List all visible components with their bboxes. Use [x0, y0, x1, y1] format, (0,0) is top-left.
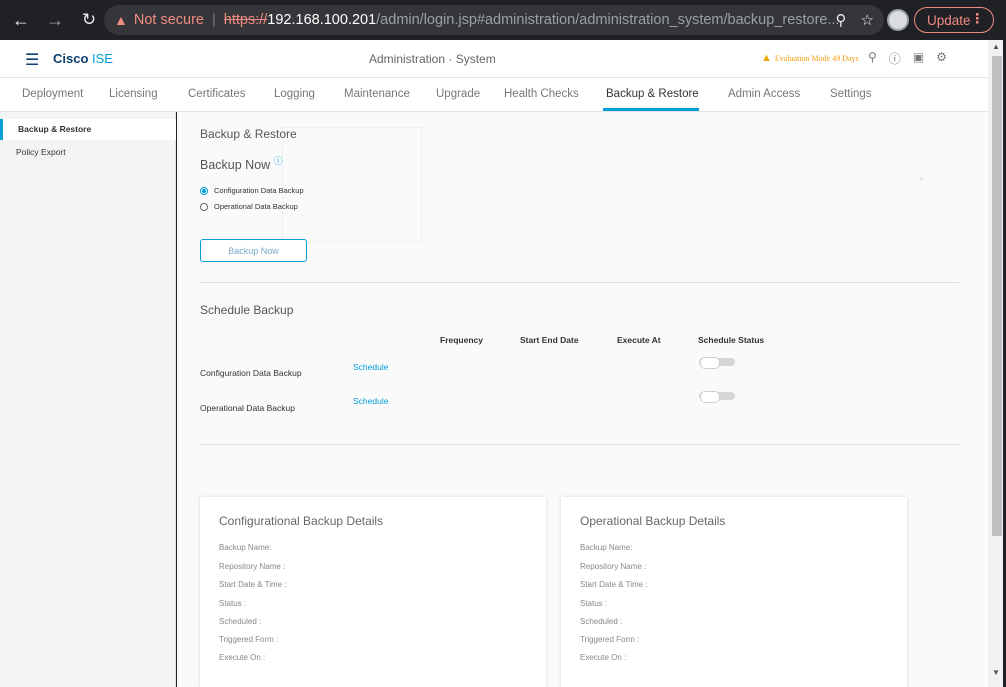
field-start-date-time: Start Date & Time : [580, 580, 648, 589]
tab-admin-access[interactable]: Admin Access [728, 88, 800, 100]
hamburger-menu-icon[interactable]: ☰ [25, 50, 39, 70]
faint-panel [282, 127, 422, 242]
schedule-status-toggle-config[interactable] [699, 357, 735, 369]
kebab-menu-icon: ⋮ [970, 11, 985, 26]
back-arrow-icon[interactable]: ← [10, 9, 32, 31]
url-path: /admin/login.jsp#administration/administ… [376, 12, 840, 28]
radio-operational-label: Operational Data Backup [214, 202, 298, 211]
tab-maintenance[interactable]: Maintenance [344, 88, 410, 100]
radio-config-backup[interactable]: Configuration Data Backup [200, 186, 304, 195]
schedule-config-link[interactable]: Schedule [353, 362, 388, 372]
reload-icon[interactable]: ↻ [78, 9, 100, 31]
field-backup-name: Backup Name: [219, 543, 272, 552]
field-backup-name: Backup Name: [580, 543, 633, 552]
warning-icon: ▲ [114, 12, 128, 28]
schedule-operational-link[interactable]: Schedule [353, 396, 388, 406]
radio-unselected-icon[interactable] [200, 202, 208, 211]
card-title: Operational Backup Details [580, 514, 726, 528]
col-execute-at: Execute At [617, 335, 661, 345]
not-secure-label: Not secure [133, 12, 204, 28]
divider [200, 444, 959, 445]
row-config-label: Configuration Data Backup [200, 368, 302, 378]
header-icons: ⚲ ⓘ ▣ ⚙ [868, 50, 947, 67]
brand-light: ISE [88, 51, 113, 66]
tab-licensing[interactable]: Licensing [109, 88, 158, 100]
radio-operational-backup[interactable]: Operational Data Backup [200, 202, 298, 211]
operational-backup-details-card: Operational Backup Details Backup Name: … [561, 497, 907, 687]
leftnav-item-policy-export[interactable]: Policy Export [0, 142, 176, 163]
url-scheme: https:// [223, 12, 268, 28]
url-actions: ⚲ ☆ [836, 11, 874, 29]
scroll-down-arrow-icon[interactable]: ▼ [992, 668, 1000, 677]
col-frequency: Frequency [440, 335, 483, 345]
active-tab-indicator [603, 108, 699, 111]
radio-config-label: Configuration Data Backup [214, 186, 304, 195]
warning-triangle-icon: ▲ [761, 52, 772, 64]
update-label: Update [927, 12, 971, 28]
tab-backup-restore[interactable]: Backup & Restore [606, 88, 699, 100]
field-status: Status : [580, 599, 608, 608]
field-status: Status : [219, 599, 247, 608]
info-icon[interactable]: ⓘ [274, 156, 283, 166]
section-title: Backup & Restore [200, 127, 297, 141]
brand-logo[interactable]: Cisco ISE [53, 51, 113, 66]
schedule-status-toggle-operational[interactable] [699, 391, 735, 403]
profile-avatar[interactable] [887, 9, 909, 31]
tab-health-checks[interactable]: Health Checks [504, 88, 579, 100]
col-schedule-status: Schedule Status [698, 335, 765, 345]
star-icon[interactable]: ☆ [861, 11, 874, 29]
tab-certificates[interactable]: Certificates [188, 88, 246, 100]
field-scheduled: Scheduled : [219, 617, 262, 626]
left-navigation: Backup & Restore Policy Export [0, 112, 176, 687]
scroll-up-arrow-icon[interactable]: ▲ [992, 42, 1000, 51]
divider [200, 282, 959, 283]
update-button[interactable]: Update ⋮ [914, 7, 994, 33]
zoom-icon[interactable]: ⚲ [836, 11, 847, 29]
forward-arrow-icon[interactable]: → [44, 9, 66, 31]
field-scheduled: Scheduled : [580, 617, 623, 626]
tab-bar: Deployment Licensing Certificates Loggin… [0, 78, 988, 112]
card-title: Configurational Backup Details [219, 514, 384, 528]
brand-bold: Cisco [53, 51, 89, 66]
gear-icon[interactable]: ⚙ [936, 50, 947, 67]
field-repository-name: Repository Name : [219, 562, 286, 571]
url-host: 192.168.100.201 [267, 12, 377, 28]
leftnav-item-backup-restore[interactable]: Backup & Restore [0, 119, 176, 140]
evaluation-badge[interactable]: ▲ Evaluation Mode 49 Days [761, 52, 859, 64]
backup-now-title: Backup Now ⓘ [200, 154, 283, 172]
field-triggered-form: Triggered Form : [580, 635, 640, 644]
row-operational-label: Operational Data Backup [200, 403, 295, 413]
url-separator: | [211, 12, 216, 28]
col-start-end-date: Start End Date [520, 335, 579, 345]
field-triggered-form: Triggered Form : [219, 635, 279, 644]
main-content: Backup & Restore Backup Now ⓘ Configurat… [177, 112, 988, 687]
backup-now-button[interactable]: Backup Now [200, 239, 307, 262]
faint-dot [920, 177, 923, 180]
tab-deployment[interactable]: Deployment [22, 88, 83, 100]
page-title: Administration · System [369, 52, 496, 66]
app-header: ☰ Cisco ISE Administration · System ▲ Ev… [0, 40, 988, 78]
field-repository-name: Repository Name : [580, 562, 647, 571]
search-icon[interactable]: ⚲ [868, 50, 877, 67]
evaluation-text: Evaluation Mode 49 Days [774, 53, 859, 63]
dashboard-icon[interactable]: ▣ [913, 50, 924, 67]
tab-settings[interactable]: Settings [830, 88, 872, 100]
field-execute-on: Execute On : [219, 653, 266, 662]
radio-selected-icon[interactable] [200, 186, 208, 195]
help-icon[interactable]: ⓘ [889, 50, 901, 67]
tab-upgrade[interactable]: Upgrade [436, 88, 480, 100]
config-backup-details-card: Configurational Backup Details Backup Na… [200, 497, 546, 687]
scrollbar-thumb[interactable] [992, 56, 1002, 536]
tab-logging[interactable]: Logging [274, 88, 315, 100]
field-execute-on: Execute On : [580, 653, 627, 662]
backup-now-title-text: Backup Now [200, 158, 271, 173]
field-start-date-time: Start Date & Time : [219, 580, 287, 589]
address-bar[interactable]: ▲ Not secure | https:// 192.168.100.201 … [104, 5, 884, 35]
schedule-backup-title: Schedule Backup [200, 303, 294, 317]
